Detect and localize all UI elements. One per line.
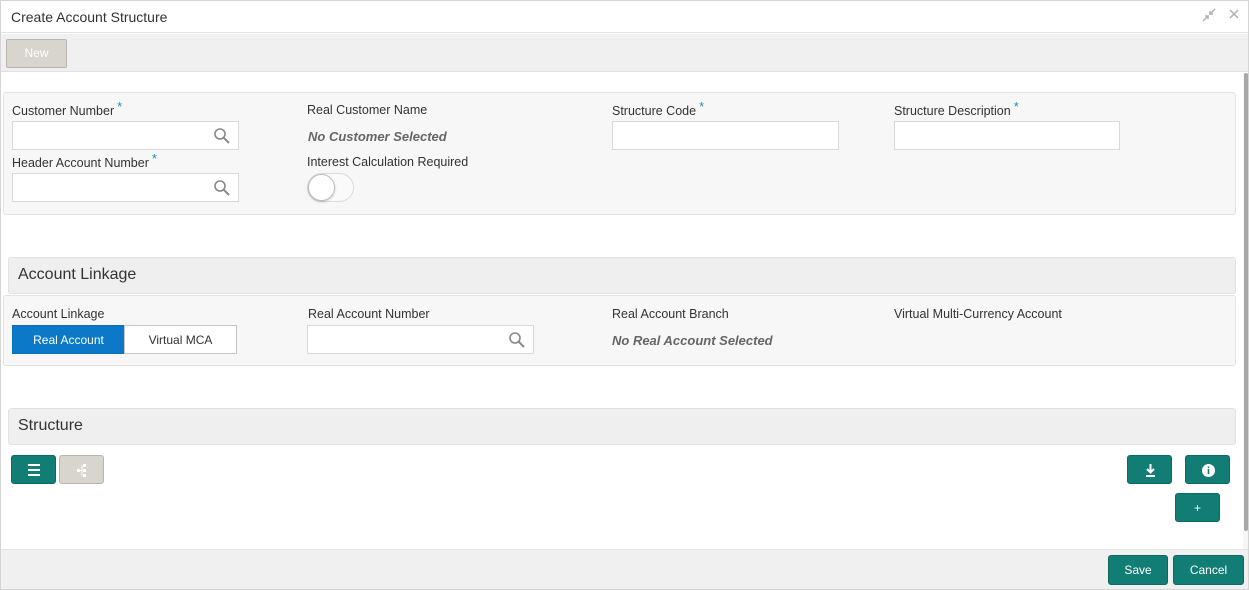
create-account-structure-window: Create Account Structure New Customer Nu… xyxy=(0,0,1249,590)
title-bar: Create Account Structure xyxy=(1,1,1248,33)
customer-number-label: Customer Number * xyxy=(12,99,123,118)
new-button[interactable]: New xyxy=(6,39,67,68)
download-button[interactable] xyxy=(1127,455,1172,484)
list-view-icon xyxy=(28,464,40,476)
search-icon[interactable] xyxy=(213,127,231,145)
minimize-icon[interactable] xyxy=(1201,7,1217,26)
section-title: Structure xyxy=(18,417,83,434)
save-button[interactable]: Save xyxy=(1108,555,1168,585)
info-button[interactable] xyxy=(1185,455,1230,484)
interest-calculation-toggle[interactable] xyxy=(307,173,354,202)
structure-code-label: Structure Code * xyxy=(612,99,705,118)
real-account-branch-value: No Real Account Selected xyxy=(612,333,773,348)
footer-bar: Save Cancel xyxy=(1,549,1248,589)
account-linkage-label: Account Linkage xyxy=(12,307,105,321)
add-button[interactable]: + xyxy=(1175,493,1220,522)
structure-code-input[interactable] xyxy=(612,121,839,150)
real-account-number-label: Real Account Number xyxy=(308,307,430,321)
tree-view-icon xyxy=(77,464,86,477)
search-icon[interactable] xyxy=(213,179,231,197)
real-customer-name-value: No Customer Selected xyxy=(308,129,447,144)
header-account-number-label: Header Account Number * xyxy=(12,151,157,170)
header-account-number-input[interactable] xyxy=(12,173,239,202)
download-icon xyxy=(1146,464,1155,477)
virtual-mca-option[interactable]: Virtual MCA xyxy=(124,325,237,354)
search-icon[interactable] xyxy=(508,331,526,349)
window-title: Create Account Structure xyxy=(11,9,168,25)
customer-number-input[interactable] xyxy=(12,121,239,150)
structure-description-input[interactable] xyxy=(894,121,1120,150)
account-linkage-section-header[interactable]: Account Linkage xyxy=(8,257,1236,294)
list-view-button[interactable] xyxy=(11,455,56,484)
real-customer-name-label: Real Customer Name xyxy=(307,103,428,117)
toggle-knob xyxy=(308,174,335,201)
structure-section-header[interactable]: Structure xyxy=(8,408,1236,445)
tree-view-button[interactable] xyxy=(59,455,104,484)
real-account-option[interactable]: Real Account xyxy=(12,325,125,354)
real-account-number-input[interactable] xyxy=(307,325,534,354)
real-account-branch-label: Real Account Branch xyxy=(612,307,729,321)
interest-calculation-label: Interest Calculation Required xyxy=(307,155,469,169)
close-icon[interactable] xyxy=(1227,7,1241,25)
toolbar: New xyxy=(1,34,1248,72)
virtual-mca-label: Virtual Multi-Currency Account xyxy=(894,307,1062,321)
section-title: Account Linkage xyxy=(18,266,137,283)
scrollbar-thumb[interactable] xyxy=(1244,73,1248,531)
add-icon: + xyxy=(1193,501,1201,515)
info-icon xyxy=(1202,464,1215,477)
cancel-button[interactable]: Cancel xyxy=(1173,555,1244,585)
structure-description-label: Structure Description * xyxy=(894,99,1019,118)
